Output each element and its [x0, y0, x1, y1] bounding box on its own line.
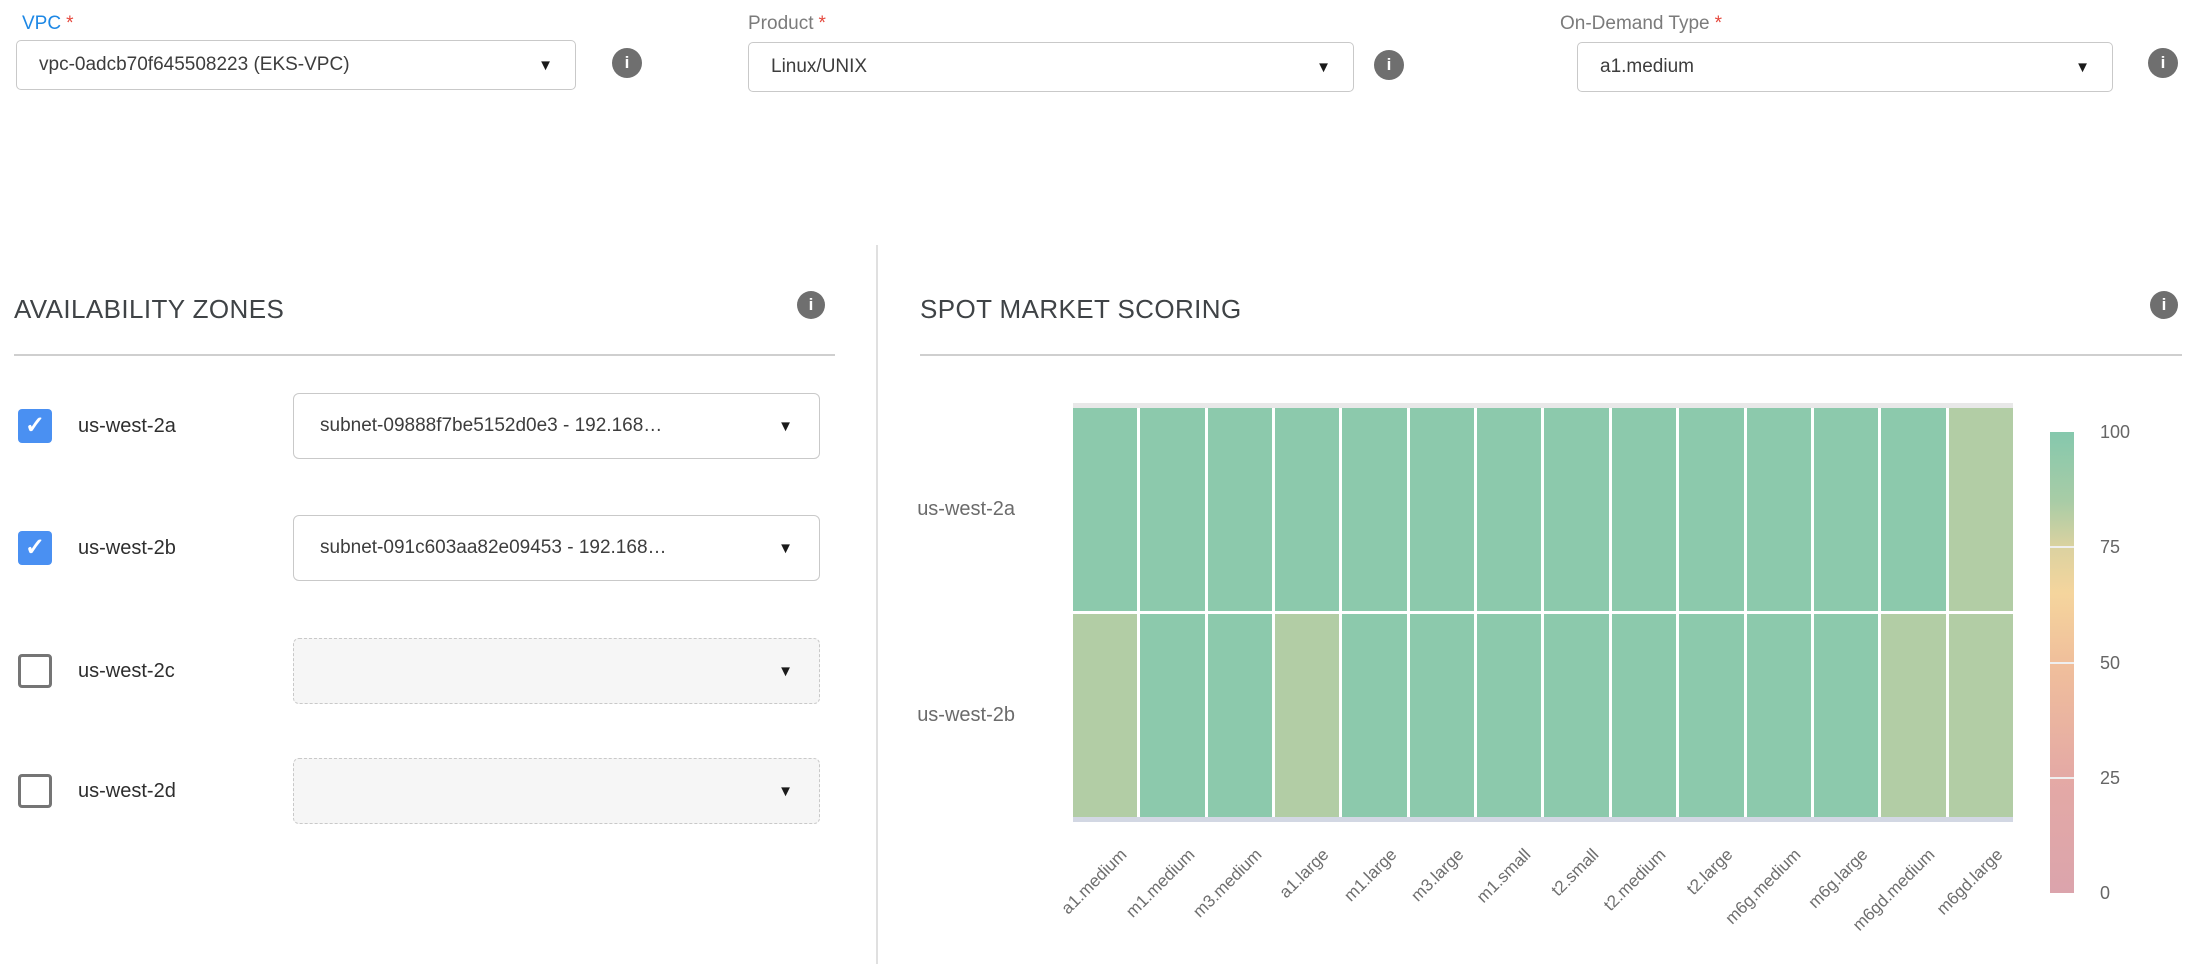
colorbar-tick-100: 100 — [2100, 420, 2170, 444]
y-axis-label-us-west-2b: us-west-2b — [875, 704, 1015, 727]
product-field-label: Product* — [748, 13, 826, 35]
heatmap-cell-us-west-2a-m6gd.medium — [1881, 408, 1945, 611]
heatmap-cell-us-west-2b-a1.large — [1275, 614, 1339, 817]
required-asterisk: * — [818, 13, 825, 34]
colorbar-tick-25: 25 — [2100, 766, 2170, 790]
zone-checkbox-us-west-2d[interactable] — [18, 774, 52, 808]
heatmap-cell-us-west-2a-m6g.medium — [1747, 408, 1811, 611]
vpc-select[interactable]: vpc-0adcb70f645508223 (EKS-VPC) ▼ — [16, 40, 576, 90]
section-vertical-divider — [876, 245, 878, 964]
availability-zones-info-icon[interactable]: i — [797, 291, 825, 319]
colorbar-tick-75: 75 — [2100, 535, 2170, 559]
ondemand-type-select[interactable]: a1.medium ▼ — [1577, 42, 2113, 92]
heatmap-cell-us-west-2b-t2.small — [1544, 614, 1608, 817]
heatmap-cell-us-west-2b-m3.large — [1410, 614, 1474, 817]
subnet-select-us-west-2b[interactable]: subnet-091c603aa82e09453 - 192.168… ▼ — [293, 515, 820, 581]
heatmap-cell-us-west-2a-a1.large — [1275, 408, 1339, 611]
colorbar-tick-0: 0 — [2100, 881, 2170, 905]
chevron-down-icon: ▼ — [538, 57, 553, 74]
heatmap-cell-us-west-2a-m3.medium — [1208, 408, 1272, 611]
chevron-down-icon: ▼ — [1316, 59, 1331, 76]
heatmap-cell-us-west-2b-m6gd.medium — [1881, 614, 1945, 817]
ondemand-label-text: On-Demand Type — [1560, 13, 1710, 34]
heatmap-colorbar — [2050, 432, 2074, 893]
chevron-down-icon: ▼ — [2075, 59, 2090, 76]
heatmap-cell-us-west-2b-t2.medium — [1612, 614, 1676, 817]
ondemand-select-value: a1.medium — [1600, 56, 1694, 78]
chevron-down-icon: ▼ — [778, 540, 793, 557]
heatmap-cell-us-west-2b-a1.medium — [1073, 614, 1137, 817]
heatmap-cell-us-west-2a-a1.medium — [1073, 408, 1137, 611]
heatmap-cell-us-west-2a-t2.small — [1544, 408, 1608, 611]
colorbar-separator — [2050, 546, 2074, 548]
product-info-icon[interactable]: i — [1374, 50, 1404, 80]
ondemand-field-label: On-Demand Type* — [1560, 13, 1722, 35]
colorbar-separator — [2050, 662, 2074, 664]
zone-label-us-west-2c: us-west-2c — [78, 638, 175, 704]
colorbar-tick-50: 50 — [2100, 651, 2170, 675]
vpc-select-value: vpc-0adcb70f645508223 (EKS-VPC) — [39, 54, 350, 76]
heatmap-cell-us-west-2a-t2.large — [1679, 408, 1743, 611]
heatmap-cell-us-west-2b-m6g.large — [1814, 614, 1878, 817]
spot-scoring-heatmap — [1073, 408, 2013, 817]
heatmap-cell-us-west-2a-t2.medium — [1612, 408, 1676, 611]
ondemand-info-icon[interactable]: i — [2148, 48, 2178, 78]
subnet-select-value: subnet-09888f7be5152d0e3 - 192.168… — [320, 415, 662, 437]
zone-row-us-west-2b: ✓ us-west-2b subnet-091c603aa82e09453 - … — [16, 515, 836, 581]
product-label-text: Product — [748, 13, 813, 34]
spot-market-scoring-info-icon[interactable]: i — [2150, 291, 2178, 319]
zone-checkbox-us-west-2b[interactable]: ✓ — [18, 531, 52, 565]
subnet-select-us-west-2a[interactable]: subnet-09888f7be5152d0e3 - 192.168… ▼ — [293, 393, 820, 459]
check-icon: ✓ — [25, 536, 45, 560]
heatmap-cell-us-west-2a-m6gd.large — [1949, 408, 2013, 611]
check-icon: ✓ — [25, 414, 45, 438]
zone-checkbox-us-west-2c[interactable] — [18, 654, 52, 688]
subnet-select-value: subnet-091c603aa82e09453 - 192.168… — [320, 537, 667, 559]
product-select-value: Linux/UNIX — [771, 56, 867, 78]
spot-instance-config-page: VPC* vpc-0adcb70f645508223 (EKS-VPC) ▼ i… — [0, 0, 2196, 964]
required-asterisk: * — [1715, 13, 1722, 34]
heatmap-cell-us-west-2b-m1.small — [1477, 614, 1541, 817]
heatmap-cell-us-west-2b-m3.medium — [1208, 614, 1272, 817]
zone-label-us-west-2a: us-west-2a — [78, 393, 176, 459]
heatmap-bottom-edge — [1073, 817, 2013, 822]
heatmap-cell-us-west-2a-m3.large — [1410, 408, 1474, 611]
y-axis-label-us-west-2a: us-west-2a — [875, 498, 1015, 521]
vpc-field-label: VPC* — [22, 13, 73, 35]
heatmap-cell-us-west-2b-t2.large — [1679, 614, 1743, 817]
zone-label-us-west-2d: us-west-2d — [78, 758, 176, 824]
heatmap-cell-us-west-2b-m6g.medium — [1747, 614, 1811, 817]
chevron-down-icon: ▼ — [778, 783, 793, 800]
subnet-select-us-west-2d[interactable]: ▼ — [293, 758, 820, 824]
spot-market-scoring-divider — [920, 354, 2182, 356]
zone-row-us-west-2a: ✓ us-west-2a subnet-09888f7be5152d0e3 - … — [16, 393, 836, 459]
zone-checkbox-us-west-2a[interactable]: ✓ — [18, 409, 52, 443]
heatmap-cell-us-west-2a-m1.medium — [1140, 408, 1204, 611]
heatmap-cell-us-west-2a-m1.small — [1477, 408, 1541, 611]
product-select[interactable]: Linux/UNIX ▼ — [748, 42, 1354, 92]
zone-row-us-west-2d: us-west-2d ▼ — [16, 758, 836, 824]
availability-zones-divider — [14, 354, 835, 356]
heatmap-cell-us-west-2a-m6g.large — [1814, 408, 1878, 611]
heatmap-cell-us-west-2b-m6gd.large — [1949, 614, 2013, 817]
zone-label-us-west-2b: us-west-2b — [78, 515, 176, 581]
availability-zones-title: AVAILABILITY ZONES — [14, 294, 284, 325]
colorbar-separator — [2050, 777, 2074, 779]
heatmap-cell-us-west-2a-m1.large — [1342, 408, 1406, 611]
required-asterisk: * — [66, 13, 73, 34]
zone-row-us-west-2c: us-west-2c ▼ — [16, 638, 836, 704]
heatmap-cell-us-west-2b-m1.large — [1342, 614, 1406, 817]
subnet-select-us-west-2c[interactable]: ▼ — [293, 638, 820, 704]
chevron-down-icon: ▼ — [778, 418, 793, 435]
spot-market-scoring-title: SPOT MARKET SCORING — [920, 294, 1242, 325]
vpc-info-icon[interactable]: i — [612, 48, 642, 78]
vpc-label-text: VPC — [22, 13, 61, 34]
chevron-down-icon: ▼ — [778, 663, 793, 680]
heatmap-cell-us-west-2b-m1.medium — [1140, 614, 1204, 817]
